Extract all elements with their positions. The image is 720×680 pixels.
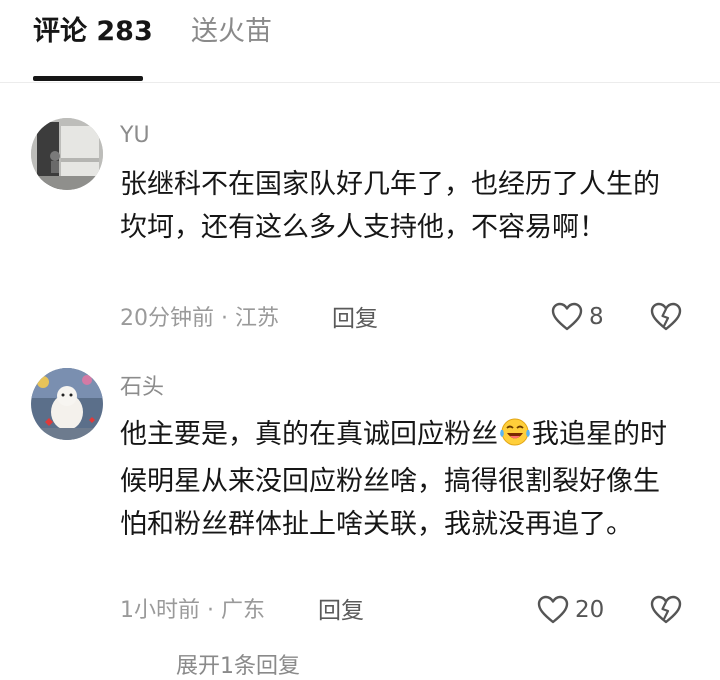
- like-count: 8: [589, 304, 604, 330]
- dislike-button[interactable]: [650, 595, 682, 629]
- broken-heart-icon: [650, 302, 682, 331]
- avatar[interactable]: [31, 118, 103, 190]
- tab-send-fire[interactable]: 送火苗: [191, 12, 272, 52]
- like-button[interactable]: 20: [537, 595, 604, 625]
- laughing-tears-emoji-icon: [498, 417, 532, 460]
- avatar[interactable]: [31, 368, 103, 440]
- tab-comments[interactable]: 评论 283: [33, 12, 153, 52]
- active-tab-indicator: [33, 76, 143, 81]
- expand-replies-button[interactable]: 展开1条回复: [176, 648, 300, 680]
- comment-text: 他主要是，真的在真诚回应粉丝 我追星的时候明星从来没回应粉丝啥，搞得很割裂好像生…: [120, 413, 680, 546]
- like-count: 20: [575, 597, 605, 623]
- reply-button[interactable]: 回复: [318, 596, 364, 626]
- like-button[interactable]: 8: [551, 302, 604, 332]
- broken-heart-icon: [650, 595, 682, 624]
- reply-button[interactable]: 回复: [332, 304, 378, 334]
- dislike-button[interactable]: [650, 302, 682, 336]
- comment-meta: 1小时前 · 广东: [120, 598, 265, 623]
- comment-text-part: 他主要是，真的在真诚回应粉丝: [120, 419, 498, 450]
- heart-icon: [551, 302, 583, 331]
- comment-username[interactable]: 石头: [120, 373, 164, 403]
- comment-tabs: 评论 283 送火苗: [0, 0, 720, 83]
- comment-text: 张继科不在国家队好几年了，也经历了人生的坎坷，还有这么多人支持他，不容易啊！: [120, 169, 660, 243]
- comment-username[interactable]: YU: [120, 121, 150, 151]
- comment-meta: 20分钟前 · 江苏: [120, 306, 279, 331]
- heart-icon: [537, 595, 569, 624]
